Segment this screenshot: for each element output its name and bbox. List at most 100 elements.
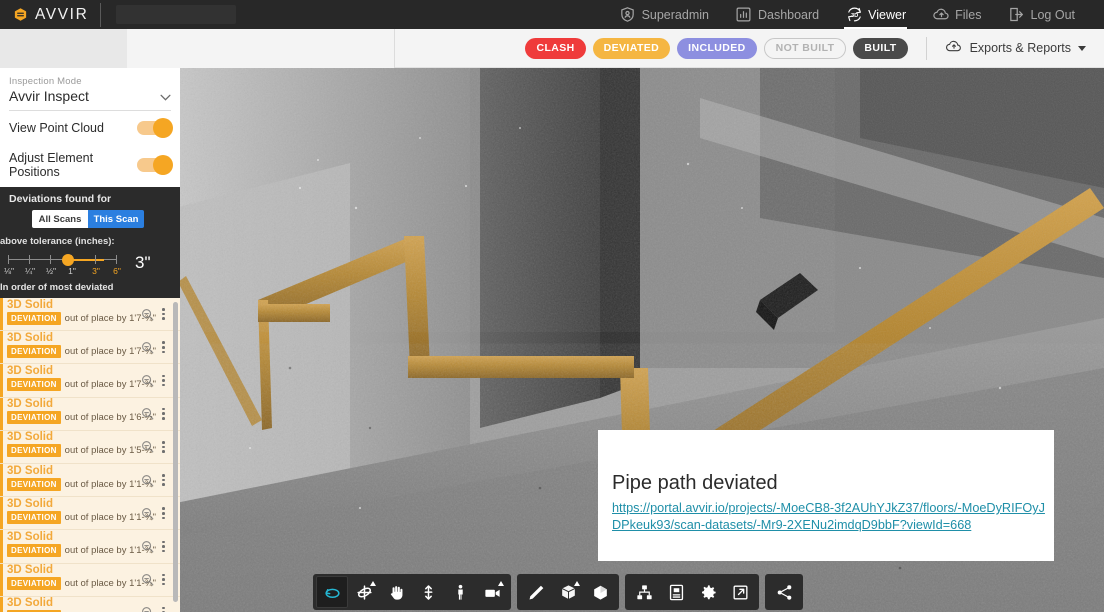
deviation-list-item[interactable]: 3D SolidDEVIATIONout of place by 1'7-¾"	[0, 331, 180, 364]
nav-item-dashboard[interactable]: Dashboard	[722, 0, 832, 29]
slider-tick-label-three: 3"	[92, 266, 100, 276]
share-button[interactable]	[768, 576, 800, 608]
kebab-menu-icon[interactable]	[159, 541, 168, 553]
view-point-cloud-label: View Point Cloud	[9, 121, 104, 135]
kebab-menu-icon[interactable]	[159, 507, 168, 519]
magnify-minus-icon[interactable]	[140, 473, 155, 488]
deviation-item-content: 3D SolidDEVIATIONout of place by 1'0-¾"	[7, 596, 140, 612]
status-badge-clash[interactable]: CLASH	[525, 38, 585, 59]
subbar-left-panel	[0, 29, 127, 68]
deviation-list-item[interactable]: 3D SolidDEVIATIONout of place by 1'5-½"	[0, 431, 180, 464]
kebab-menu-icon[interactable]	[159, 474, 168, 486]
slider-handle[interactable]	[62, 254, 74, 266]
exports-label: Exports & Reports	[970, 41, 1071, 55]
deviation-item-actions	[140, 605, 180, 612]
viewer-application: AVVIR Superadmin	[0, 0, 1104, 612]
nav-item-files[interactable]: Files	[919, 0, 994, 29]
sort-order-label: In order of most deviated	[0, 282, 171, 293]
magnify-minus-icon[interactable]	[140, 572, 155, 587]
section-cube-tool-button[interactable]	[584, 576, 616, 608]
status-badge-included[interactable]: INCLUDED	[677, 38, 756, 59]
top-navigation-bar: AVVIR Superadmin	[0, 0, 1104, 29]
nav-item-logout[interactable]: Log Out	[995, 0, 1088, 29]
magnify-minus-icon[interactable]	[140, 439, 155, 454]
deviation-item-meta: DEVIATIONout of place by 1'7-¾"	[7, 378, 156, 391]
deviation-list-item[interactable]: 3D SolidDEVIATIONout of place by 1'1-¾"	[0, 530, 180, 563]
pan-rotate-tool-button[interactable]	[348, 576, 380, 608]
inspection-mode-select[interactable]: Avvir Inspect	[9, 87, 171, 111]
deviation-list-item[interactable]: 3D SolidDEVIATIONout of place by 1'7-¾"	[0, 298, 180, 331]
magnify-minus-icon[interactable]	[140, 373, 155, 388]
tolerance-slider[interactable]: ⅛" ¼" ½" 1" 3" 6"	[0, 250, 125, 276]
measure-ruler-icon	[527, 583, 546, 602]
vertical-move-tool-button[interactable]	[412, 576, 444, 608]
adjust-element-positions-toggle[interactable]	[137, 158, 171, 172]
box-select-tool-button[interactable]	[552, 576, 584, 608]
deviation-list[interactable]: 3D SolidDEVIATIONout of place by 1'7-¾"3…	[0, 298, 180, 612]
deviation-item-title: 3D Solid	[7, 465, 53, 477]
exports-reports-menu[interactable]: Exports & Reports	[945, 39, 1099, 57]
settings-button[interactable]	[692, 576, 724, 608]
magnify-minus-icon[interactable]	[140, 406, 155, 421]
scan-scope-toggle-group: All Scans This Scan	[32, 210, 144, 228]
magnify-minus-icon[interactable]	[140, 506, 155, 521]
fullscreen-button[interactable]	[724, 576, 756, 608]
nav-label-viewer: Viewer	[868, 8, 906, 22]
status-badge-built[interactable]: BUILT	[853, 38, 907, 59]
deviation-list-item[interactable]: 3D SolidDEVIATIONout of place by 1'0-¾"	[0, 597, 180, 612]
deviation-item-meta: DEVIATIONout of place by 1'7-¾"	[7, 345, 156, 358]
magnify-minus-icon[interactable]	[140, 307, 155, 322]
magnify-minus-icon[interactable]	[140, 605, 155, 612]
kebab-menu-icon[interactable]	[159, 308, 168, 320]
nav-items: Superadmin Dashboard	[606, 0, 1104, 29]
deviation-list-item[interactable]: 3D SolidDEVIATIONout of place by 1'1-¾"	[0, 464, 180, 497]
brand-logo[interactable]: AVVIR	[0, 7, 88, 23]
slider-tick-label-half: ½"	[46, 266, 56, 276]
deviation-item-content: 3D SolidDEVIATIONout of place by 1'7-¾"	[7, 364, 140, 397]
properties-panel-icon	[667, 583, 686, 602]
chevron-down-icon	[1078, 46, 1086, 51]
callout-url-link[interactable]: https://portal.avvir.io/projects/-MoeCB8…	[612, 500, 1049, 534]
kebab-menu-icon[interactable]	[159, 607, 168, 612]
project-selector[interactable]	[116, 5, 236, 24]
status-badge-not-built[interactable]: NOT BUILT	[764, 38, 847, 59]
kebab-menu-icon[interactable]	[159, 574, 168, 586]
scope-option-this-scan[interactable]: This Scan	[88, 210, 144, 228]
nav-label-superadmin: Superadmin	[642, 8, 709, 22]
deviation-list-item[interactable]: 3D SolidDEVIATIONout of place by 1'6-½"	[0, 398, 180, 431]
sidebar-scrollbar[interactable]	[173, 302, 178, 602]
kebab-menu-icon[interactable]	[159, 408, 168, 420]
3d-rotate-icon: 3D	[845, 6, 862, 23]
flyout-triangle-icon	[498, 581, 504, 586]
nav-item-viewer[interactable]: 3D Viewer	[832, 0, 919, 29]
kebab-menu-icon[interactable]	[159, 341, 168, 353]
toolbar-group-navigation	[313, 574, 511, 610]
walk-tool-button[interactable]	[444, 576, 476, 608]
slider-tick-label-eighth: ⅛"	[4, 266, 14, 276]
measure-tool-button[interactable]	[520, 576, 552, 608]
status-badge-deviated[interactable]: DEVIATED	[593, 38, 671, 59]
view-point-cloud-toggle[interactable]	[137, 121, 171, 135]
hand-pan-tool-button[interactable]	[380, 576, 412, 608]
magnify-minus-icon[interactable]	[140, 539, 155, 554]
deviation-item-content: 3D SolidDEVIATIONout of place by 1'1-¾"	[7, 530, 140, 563]
magnify-minus-icon[interactable]	[140, 340, 155, 355]
status-filter-badges: CLASH DEVIATED INCLUDED NOT BUILT BUILT …	[525, 37, 1104, 60]
slider-tick	[29, 255, 30, 264]
camera-tool-button[interactable]	[476, 576, 508, 608]
deviation-item-content: 3D SolidDEVIATIONout of place by 1'1-¾"	[7, 563, 140, 596]
walk-person-icon	[451, 583, 470, 602]
deviation-item-title: 3D Solid	[7, 299, 53, 311]
deviation-item-title: 3D Solid	[7, 332, 53, 344]
orbit-rotate-tool-button[interactable]	[316, 576, 348, 608]
deviation-list-item[interactable]: 3D SolidDEVIATIONout of place by 1'1-¾"	[0, 497, 180, 530]
scope-option-all-scans[interactable]: All Scans	[32, 210, 88, 228]
properties-panel-button[interactable]	[660, 576, 692, 608]
deviation-item-content: 3D SolidDEVIATIONout of place by 1'7-¾"	[7, 331, 140, 364]
kebab-menu-icon[interactable]	[159, 441, 168, 453]
hierarchy-tree-button[interactable]	[628, 576, 660, 608]
nav-item-superadmin[interactable]: Superadmin	[606, 0, 722, 29]
kebab-menu-icon[interactable]	[159, 375, 168, 387]
deviation-list-item[interactable]: 3D SolidDEVIATIONout of place by 1'1-¾"	[0, 564, 180, 597]
deviation-list-item[interactable]: 3D SolidDEVIATIONout of place by 1'7-¾"	[0, 364, 180, 397]
